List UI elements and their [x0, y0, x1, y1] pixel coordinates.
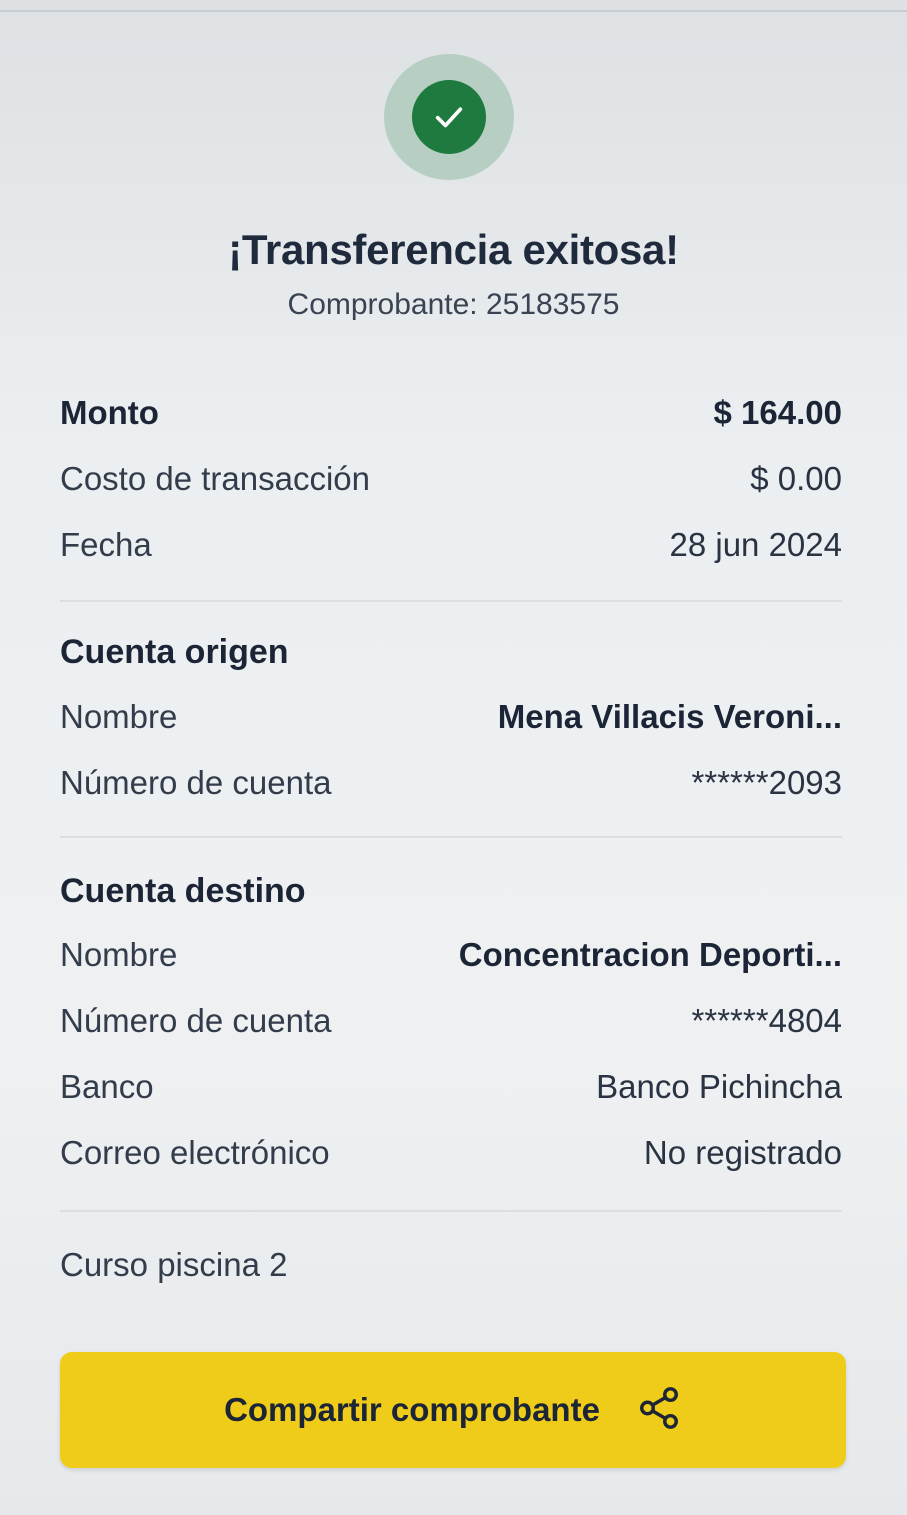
origin-section-title: Cuenta origen: [60, 633, 289, 671]
date-label: Fecha: [60, 526, 152, 563]
top-divider: [0, 10, 907, 12]
amount-label: Monto: [60, 394, 159, 431]
destination-email-row: Correo electrónico No registrado: [60, 1134, 842, 1172]
transfer-receipt-screen: ¡Transferencia exitosa! Comprobante: 251…: [0, 0, 907, 1515]
share-button-label: Compartir comprobante: [224, 1391, 600, 1428]
destination-name-row: Nombre Concentracion Deporti...: [60, 936, 842, 974]
destination-email-value: No registrado: [643, 1134, 842, 1171]
date-value: 28 jun 2024: [669, 526, 843, 563]
origin-name-label: Nombre: [60, 698, 178, 735]
destination-account-value: ******4804: [691, 1002, 842, 1039]
fee-row: Costo de transacción $ 0.00: [60, 460, 842, 498]
origin-account-row: Número de cuenta ******2093: [60, 764, 842, 802]
destination-account-row: Número de cuenta ******4804: [60, 1002, 842, 1040]
receipt-number: Comprobante: 25183575: [287, 288, 620, 321]
date-row: Fecha 28 jun 2024: [60, 526, 842, 564]
destination-section-title: Cuenta destino: [60, 872, 306, 910]
fee-label: Costo de transacción: [60, 460, 371, 497]
destination-name-value: Concentracion Deporti...: [458, 936, 842, 973]
transfer-description: Curso piscina 2: [60, 1246, 288, 1283]
destination-name-label: Nombre: [60, 936, 178, 973]
origin-name-row: Nombre Mena Villacis Veroni...: [60, 698, 842, 736]
origin-account-value: ******2093: [691, 764, 842, 801]
destination-bank-label: Banco: [60, 1068, 154, 1105]
section-divider: [60, 600, 842, 602]
fee-value: $ 0.00: [750, 460, 842, 497]
origin-account-label: Número de cuenta: [60, 764, 332, 801]
section-divider: [60, 836, 842, 838]
share-receipt-button[interactable]: Compartir comprobante: [60, 1352, 846, 1468]
share-icon: [636, 1385, 682, 1436]
page-title: ¡Transferencia exitosa!: [228, 226, 679, 273]
success-badge: [384, 54, 514, 180]
destination-email-label: Correo electrónico: [60, 1134, 330, 1171]
check-circle-icon: [412, 80, 486, 154]
origin-name-value: Mena Villacis Veroni...: [497, 698, 842, 735]
section-divider: [60, 1210, 842, 1212]
amount-row: Monto $ 164.00: [60, 394, 842, 432]
destination-bank-value: Banco Pichincha: [596, 1068, 842, 1105]
amount-value: $ 164.00: [713, 394, 842, 431]
destination-account-label: Número de cuenta: [60, 1002, 332, 1039]
destination-bank-row: Banco Banco Pichincha: [60, 1068, 842, 1106]
